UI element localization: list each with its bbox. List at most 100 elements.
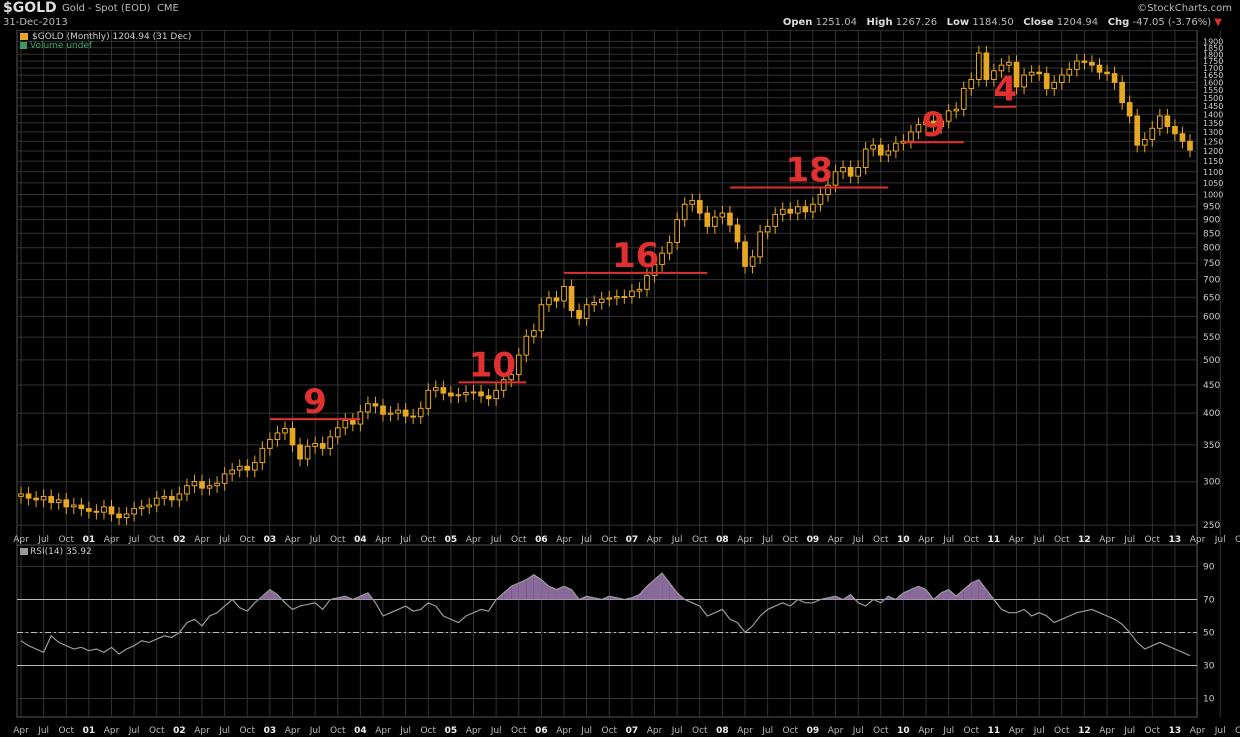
candle-body [1179,133,1186,142]
candle-body [417,407,424,418]
rsi-tick-label: 90 [1203,563,1215,573]
rsi-x-tick-label: Apr [737,726,753,736]
price-x-tick-label: Jul [218,535,230,545]
price-tick-label: 1000 [1203,191,1223,200]
rsi-x-tick-label: 07 [626,726,639,736]
candle-body [576,309,582,319]
candle-body [448,392,454,397]
rsi-x-tick-label: Oct [964,726,980,736]
price-tick-label: 1050 [1203,179,1223,188]
exchange-text: CME [156,3,179,14]
rsi-x-tick-label: 09 [807,726,820,736]
candle-body [289,427,296,446]
annotation-label: 9 [922,105,946,145]
high-label: High [866,17,893,28]
candle-body [1081,60,1088,63]
candle-body [568,286,575,311]
rsi-x-tick-label: Oct [873,726,889,736]
candle-body [975,52,982,80]
candle-body [945,110,952,122]
candle-body [1006,61,1012,66]
candle-body [561,286,567,302]
rsi-chart: 10 30 50 70 90 Apr Jul Oct 01 Apr Jul Oct 02 Apr Jul O… [13,545,1240,736]
price-x-tick-label: 07 [626,535,639,545]
down-arrow-icon: ▼ [1214,17,1222,28]
candle-body [425,389,432,409]
rsi-x-tick-label: Apr [285,726,301,736]
rsi-x-tick-label: Apr [1099,726,1115,736]
rsi-x-tick-label: Jul [218,726,230,736]
price-tick-label: 900 [1203,216,1220,226]
price-tick-label: 750 [1203,259,1220,269]
candle-body [749,256,756,267]
candle-body [591,301,598,306]
candle-body [334,427,341,438]
candle-body [470,391,477,394]
price-x-tick-label: 04 [354,535,367,545]
open-label: Open [782,17,813,28]
rsi-x-tick-label: 03 [264,726,277,736]
price-x-tick-label: 06 [535,535,548,545]
candle-body [161,495,168,499]
rsi-x-tick-label: 10 [897,726,910,736]
candle-body [206,485,213,489]
rsi-x-tick-label: Oct [511,726,527,736]
rsi-tick-label: 70 [1203,596,1215,606]
candle-body [78,504,85,510]
candle-body [304,445,311,460]
candle-body [101,506,107,513]
rsi-tick-label: 50 [1203,629,1215,639]
rsi-x-tick-label: 02 [173,726,186,736]
description-text: Gold - Spot (EOD) [62,3,151,14]
rsi-x-tick-label: 11 [988,726,1001,736]
rsi-x-tick-label: Oct [330,726,346,736]
rsi-x-tick-label: Oct [420,726,436,736]
candle-body [1149,127,1156,140]
candle-body [1104,71,1110,75]
price-x-tick-label: Apr [194,535,210,545]
price-x-tick-label: Jul [761,535,773,545]
price-x-tick-label: Oct [1054,535,1070,545]
candle-body [1126,102,1133,117]
price-tick-label: 1500 [1203,94,1223,103]
candle-body [455,394,462,397]
price-x-tick-label: Apr [918,535,934,545]
candle-body [689,200,696,205]
rsi-x-tick-label: Apr [194,726,210,736]
candle-body [1141,138,1148,146]
candle-body [131,508,137,515]
price-x-tick-label: Oct [420,535,436,545]
low-label: Low [946,17,970,28]
price-tick-label: 250 [1203,521,1220,531]
candle-body [380,405,386,415]
rsi-x-tick-label: Apr [556,726,572,736]
rsi-x-tick-label: Jul [490,726,502,736]
rsi-x-tick-label: 13 [1169,726,1182,736]
candle-body [1058,74,1065,83]
candle-body [712,216,718,227]
rsi-x-tick-label: Oct [149,726,165,736]
candle-body [297,444,303,460]
candle-body [674,219,680,243]
candle-body [1021,74,1027,88]
candle-body [18,493,24,497]
price-x-tick-label: Jul [128,535,140,545]
candle-body [199,481,205,489]
price-x-tick-label: Oct [58,535,74,545]
candle-body [719,212,726,218]
price-x-tick-label: 11 [988,535,1001,545]
price-tick-label: 800 [1203,244,1220,254]
chart-date: 31-Dec-2013 [3,17,68,28]
candle-body [847,166,854,177]
price-x-tick-label: Apr [466,535,482,545]
candle-body [546,297,552,306]
price-x-tick-label: Apr [285,535,301,545]
candle-body [274,432,281,441]
candle-body [727,212,733,226]
candle-body [787,208,794,214]
candle-body [734,224,741,243]
price-panel-border [16,30,1198,545]
price-tick-label: 1300 [1203,128,1223,137]
candle-body [659,252,665,265]
high-value: 1267.26 [895,17,938,28]
